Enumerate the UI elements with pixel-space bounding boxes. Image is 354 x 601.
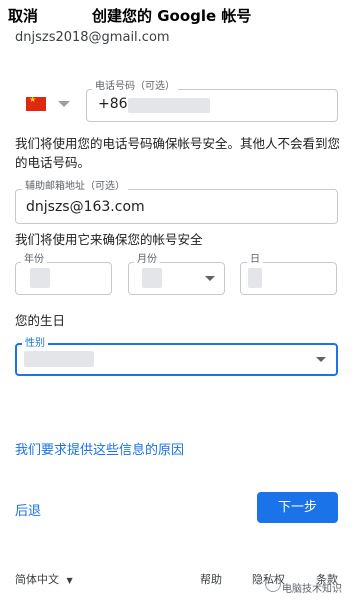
redacted-gender-value xyxy=(24,351,94,367)
phone-country-code: +86 xyxy=(98,96,128,112)
birthday-caption: 您的生日 xyxy=(15,313,66,328)
gender-label: 性别 xyxy=(22,334,48,349)
cancel-button[interactable]: 取消 xyxy=(8,5,38,26)
language-selector[interactable]: 简体中文 ▼ xyxy=(15,571,73,587)
recovery-email-value: dnjszs@163.com xyxy=(26,199,145,215)
language-label: 简体中文 xyxy=(15,573,59,586)
flag-star-icon: ★ xyxy=(29,95,37,104)
why-we-ask-link[interactable]: 我们要求提供这些信息的原因 xyxy=(15,439,184,458)
help-link[interactable]: 帮助 xyxy=(200,571,222,587)
next-button[interactable]: 下一步 xyxy=(257,492,338,523)
account-email: dnjszs2018@gmail.com xyxy=(15,30,170,45)
redacted-birth-day xyxy=(248,268,262,288)
chevron-down-icon xyxy=(316,357,326,362)
birth-year-label: 年份 xyxy=(21,250,47,265)
birth-month-label: 月份 xyxy=(134,250,160,265)
watermark-text: 电脑技术知识 xyxy=(282,584,342,595)
page-title: 创建您的 Google 帐号 xyxy=(92,7,252,25)
birth-day-label: 日 xyxy=(247,250,263,265)
redacted-phone-number xyxy=(128,98,210,113)
redacted-birth-month xyxy=(142,268,162,288)
back-button[interactable]: 后退 xyxy=(15,500,41,519)
phone-privacy-note: 我们将使用您的电话号码确保帐号安全。其他人不会看到您的电话号码。 xyxy=(15,136,341,170)
chevron-down-icon xyxy=(58,101,70,107)
security-note: 我们将使用它来确保您的帐号安全 xyxy=(15,232,203,247)
chevron-down-icon: ▼ xyxy=(66,576,73,585)
watermark-icon xyxy=(265,576,281,592)
redacted-birth-year xyxy=(30,268,50,288)
recovery-email-label: 辅助邮箱地址（可选） xyxy=(22,177,128,192)
phone-number-label: 电话号码（可选） xyxy=(92,77,178,92)
chevron-down-icon xyxy=(205,276,215,281)
